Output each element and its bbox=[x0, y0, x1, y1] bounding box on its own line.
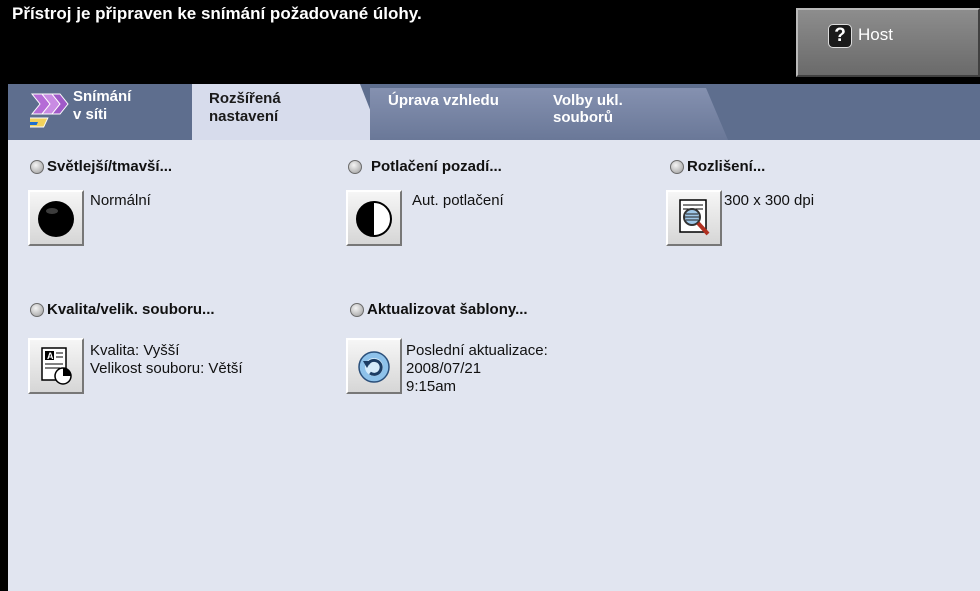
radio-indicator bbox=[350, 302, 364, 317]
tab-image-adjustment-label: Úprava vzhledu bbox=[388, 92, 499, 109]
background-suppression-button[interactable] bbox=[346, 190, 402, 246]
tab-network-scan-line2: v síti bbox=[73, 106, 108, 123]
tab-advanced-settings[interactable]: Rozšířená nastavení bbox=[192, 84, 382, 140]
radio-indicator bbox=[348, 159, 362, 174]
quality-filesize-button[interactable]: A bbox=[28, 338, 84, 394]
tab-network-scan-line1: Snímání bbox=[73, 88, 132, 105]
update-templates-option[interactable]: Aktualizovat šablony... bbox=[350, 301, 528, 318]
resolution-value: 300 x 300 dpi bbox=[724, 192, 815, 209]
update-templates-title: Aktualizovat šablony... bbox=[367, 301, 528, 318]
lighten-darken-title: Světlejší/tmavší... bbox=[47, 158, 173, 175]
last-update-date: 2008/07/21 bbox=[406, 360, 482, 377]
half-circle-icon bbox=[356, 201, 392, 237]
tab-network-scan[interactable]: Snímání v síti bbox=[16, 84, 192, 140]
radio-indicator bbox=[30, 159, 44, 174]
network-scan-icon bbox=[30, 93, 69, 128]
background-suppression-title: Potlačení pozadí... bbox=[371, 158, 502, 175]
device-screen: Přístroj je připraven ke snímání požadov… bbox=[0, 0, 980, 591]
filesize-value: Velikost souboru: Větší bbox=[90, 360, 243, 377]
last-update-label: Poslední aktualizace: bbox=[406, 342, 548, 359]
background-suppression-value: Aut. potlačení bbox=[412, 192, 504, 209]
quality-filesize-option[interactable]: Kvalita/velik. souboru... bbox=[30, 301, 215, 318]
question-mark-icon: ? bbox=[828, 24, 852, 48]
lighten-darken-button[interactable] bbox=[28, 190, 84, 246]
resolution-button[interactable] bbox=[666, 190, 722, 246]
radio-indicator bbox=[30, 302, 44, 317]
resolution-title: Rozlišení... bbox=[687, 158, 766, 175]
magnifier-document-icon bbox=[679, 199, 710, 236]
tab-bar: Snímání v síti Rozšířená nastavení Úprav… bbox=[8, 84, 980, 140]
document-quality-icon: A bbox=[41, 347, 72, 385]
refresh-icon bbox=[358, 351, 390, 383]
svg-text:A: A bbox=[47, 351, 54, 361]
last-update-time: 9:15am bbox=[406, 378, 457, 395]
left-edge bbox=[0, 0, 8, 591]
background-suppression-option[interactable]: Potlačení pozadí... bbox=[348, 158, 502, 175]
status-message: Přístroj je připraven ke snímání požadov… bbox=[12, 4, 422, 23]
radio-indicator bbox=[670, 159, 684, 174]
host-label: Host bbox=[858, 25, 893, 44]
tab-image-adjustment[interactable]: Úprava vzhledu bbox=[370, 88, 560, 140]
resolution-option[interactable]: Rozlišení... bbox=[670, 158, 765, 175]
update-templates-button[interactable] bbox=[346, 338, 402, 394]
black-circle-icon bbox=[38, 201, 74, 237]
tab-file-options[interactable]: Volby ukl. souborů bbox=[538, 88, 728, 140]
lighten-darken-value: Normální bbox=[90, 192, 151, 209]
quality-filesize-title: Kvalita/velik. souboru... bbox=[47, 301, 215, 318]
advanced-settings-panel: Světlejší/tmavší... Normální Potlačení p… bbox=[8, 140, 980, 591]
tab-file-options-line1: Volby ukl. bbox=[553, 92, 623, 109]
quality-value: Kvalita: Vyšší bbox=[90, 342, 180, 359]
tab-file-options-line2: souborů bbox=[553, 109, 613, 126]
host-button[interactable]: ? Host bbox=[796, 8, 980, 77]
lighten-darken-option[interactable]: Světlejší/tmavší... bbox=[30, 158, 172, 175]
tab-advanced-line1: Rozšířená bbox=[209, 90, 281, 107]
tab-advanced-line2: nastavení bbox=[209, 108, 279, 125]
status-bar: Přístroj je připraven ke snímání požadov… bbox=[8, 0, 980, 84]
